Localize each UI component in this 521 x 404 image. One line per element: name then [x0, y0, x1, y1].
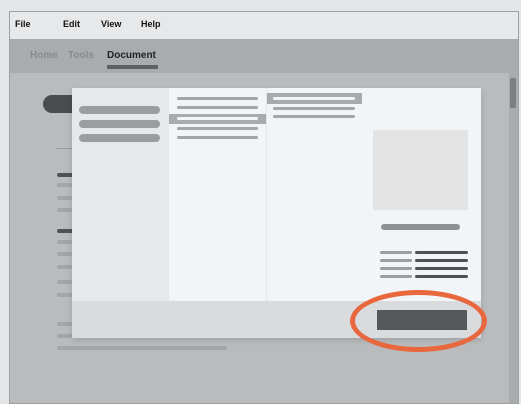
preview-pane — [362, 88, 481, 301]
folder-item[interactable] — [79, 106, 160, 114]
tab-document[interactable]: Document — [107, 50, 156, 61]
selected-list-item[interactable] — [169, 114, 266, 124]
background-heading-line — [57, 173, 73, 177]
meta-label — [380, 275, 412, 278]
meta-value — [415, 259, 468, 262]
preview-title — [381, 224, 460, 230]
list-item[interactable] — [177, 97, 258, 100]
meta-label — [380, 267, 412, 270]
menu-file[interactable]: File — [15, 19, 31, 29]
active-tab-indicator — [107, 65, 158, 69]
list-item[interactable] — [177, 127, 258, 130]
background-text-line — [57, 252, 72, 256]
menu-bar: File Edit View Help — [10, 12, 518, 39]
menu-edit[interactable]: Edit — [63, 19, 80, 29]
highlight-annotation-ring — [350, 290, 487, 352]
meta-value — [415, 251, 468, 254]
background-text-line — [57, 293, 72, 297]
background-text-line — [57, 208, 72, 212]
background-text-line — [57, 280, 72, 284]
background-text-line — [57, 240, 72, 244]
menu-view[interactable]: View — [101, 19, 121, 29]
selected-file-label — [273, 97, 355, 100]
meta-value — [415, 275, 468, 278]
tab-tools[interactable]: Tools — [68, 50, 94, 61]
background-text-line — [57, 196, 72, 200]
preview-image — [373, 130, 468, 210]
file-column — [266, 88, 364, 301]
background-text-line — [57, 183, 72, 187]
scroll-thumb[interactable] — [510, 78, 516, 108]
selected-item-label — [177, 117, 258, 120]
background-heading-line — [57, 229, 73, 233]
selected-file-item[interactable] — [267, 93, 363, 104]
file-item[interactable] — [273, 115, 355, 118]
tab-bar: Home Tools Document — [10, 39, 518, 73]
folder-item[interactable] — [79, 134, 160, 142]
background-text-line — [57, 334, 72, 338]
meta-label — [380, 251, 412, 254]
subfolder-column — [169, 88, 266, 301]
list-item[interactable] — [177, 136, 258, 139]
folder-column — [72, 88, 169, 301]
tab-home[interactable]: Home — [30, 50, 58, 61]
list-item[interactable] — [177, 106, 258, 109]
vertical-scrollbar[interactable] — [509, 73, 518, 403]
background-text-line — [57, 346, 227, 350]
meta-label — [380, 259, 412, 262]
folder-item[interactable] — [79, 120, 160, 128]
background-text-line — [57, 322, 72, 326]
meta-value — [415, 267, 468, 270]
background-text-line — [57, 265, 72, 269]
file-item[interactable] — [273, 107, 355, 110]
menu-help[interactable]: Help — [141, 19, 161, 29]
